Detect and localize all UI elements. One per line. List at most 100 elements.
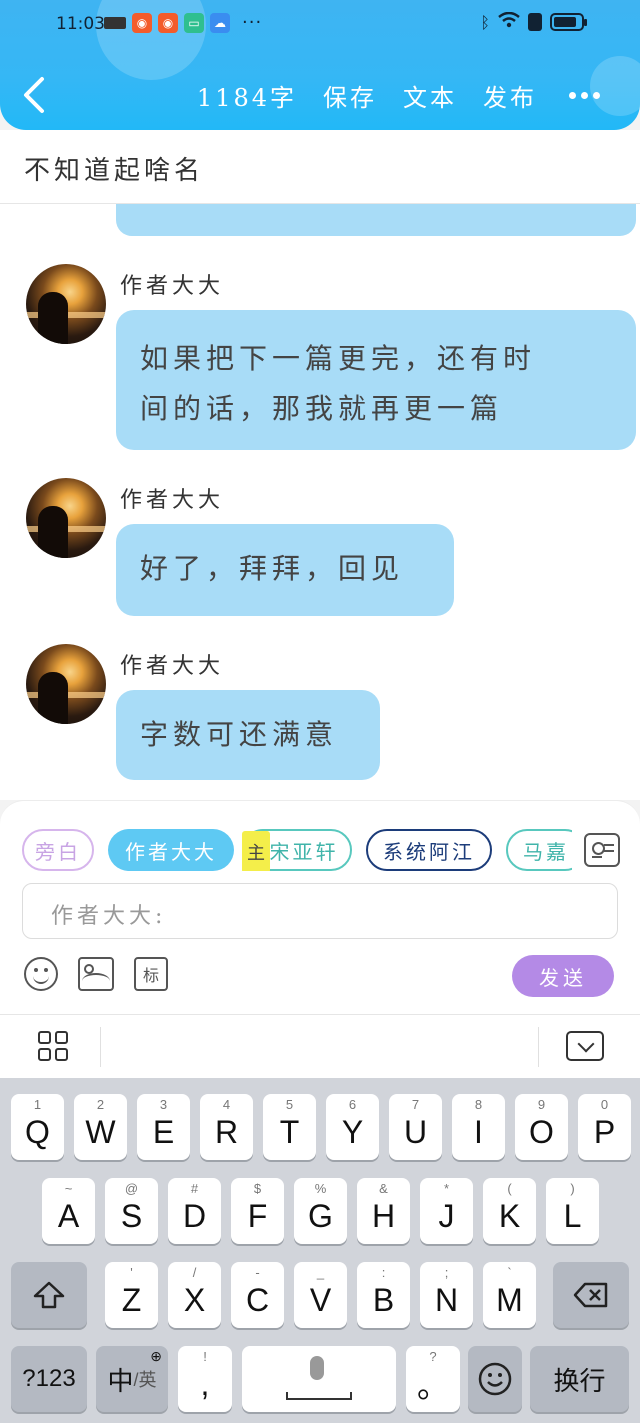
key-j[interactable]: * J xyxy=(420,1178,473,1244)
key-f[interactable]: $ F xyxy=(231,1178,284,1244)
status-bar: 11:03 ◉ ◉ ▭ ☁ ··· ᛒ xyxy=(0,0,640,48)
cloud-icon: ☁ xyxy=(210,12,230,33)
period-key[interactable]: ?。 xyxy=(406,1346,460,1412)
key-r[interactable]: 4R xyxy=(200,1094,253,1160)
keyboard-icon xyxy=(104,16,126,29)
key-b[interactable]: :B xyxy=(357,1262,410,1328)
divider xyxy=(100,1027,101,1067)
key-m[interactable]: ` M xyxy=(483,1262,536,1328)
weibo-icon: ◉ xyxy=(132,12,152,33)
message-author: 作者大大 xyxy=(120,274,225,299)
keyboard-menu-icon[interactable] xyxy=(38,1031,70,1063)
publish-button[interactable]: 发布 xyxy=(483,78,537,113)
message-author: 作者大大 xyxy=(120,654,225,679)
avatar[interactable] xyxy=(26,478,106,558)
character-chip[interactable]: 马嘉 xyxy=(506,829,572,871)
key-v[interactable]: _ V xyxy=(294,1262,347,1328)
status-time: 11:03 xyxy=(56,14,105,34)
key-e[interactable]: 3E xyxy=(137,1094,190,1160)
message-bubble[interactable]: 好了，拜拜，回见 xyxy=(116,524,454,616)
character-chip[interactable]: 主 宋亚轩 xyxy=(242,829,352,871)
hide-keyboard-icon[interactable] xyxy=(566,1031,604,1061)
word-count: 1184字 xyxy=(196,84,297,112)
key-u[interactable]: 7U xyxy=(389,1094,442,1160)
key-p[interactable]: 0P xyxy=(578,1094,631,1160)
space-bar-icon xyxy=(286,1392,352,1400)
key-c[interactable]: -C xyxy=(231,1262,284,1328)
wifi-icon xyxy=(498,11,520,32)
key-o[interactable]: 9O xyxy=(515,1094,568,1160)
microphone-icon xyxy=(310,1356,324,1380)
weibo-icon: ◉ xyxy=(158,12,178,33)
avatar[interactable] xyxy=(26,264,106,344)
globe-icon: ⊕ xyxy=(150,1348,162,1364)
message-bubble[interactable]: 字数可还满意 xyxy=(116,690,380,780)
send-button[interactable]: 发送 xyxy=(512,955,614,997)
comma-key[interactable]: !, xyxy=(178,1346,232,1412)
emoji-icon[interactable] xyxy=(24,957,58,991)
key-x[interactable]: / X xyxy=(168,1262,221,1328)
key-a[interactable]: ~ A xyxy=(42,1178,95,1244)
message-author: 作者大大 xyxy=(120,488,225,513)
alert-icon xyxy=(528,13,542,31)
text-button[interactable]: 文本 xyxy=(403,78,457,113)
key-l[interactable]: ) L xyxy=(546,1178,599,1244)
character-chip[interactable]: 旁白 xyxy=(22,829,94,871)
space-key[interactable] xyxy=(242,1346,396,1412)
message-app-icon: ▭ xyxy=(184,12,204,33)
emoji-key[interactable] xyxy=(468,1346,522,1412)
character-list-icon[interactable] xyxy=(584,833,620,867)
key-w[interactable]: 2W xyxy=(74,1094,127,1160)
avatar[interactable] xyxy=(26,644,106,724)
key-y[interactable]: 6Y xyxy=(326,1094,379,1160)
header-actions: 1184字 保存 文本 发布 xyxy=(197,78,600,113)
key-i[interactable]: 8I xyxy=(452,1094,505,1160)
key-k[interactable]: (K xyxy=(483,1178,536,1244)
more-options-icon[interactable] xyxy=(569,92,600,99)
message-bubble[interactable]: 如果把下一篇更完，还有时 间的话，那我就再更一篇 xyxy=(116,310,636,450)
more-notifications-icon: ··· xyxy=(242,12,263,33)
key-q[interactable]: 1Q xyxy=(11,1094,64,1160)
system-icons: ᛒ xyxy=(480,11,587,32)
notification-icons: ◉ ◉ ▭ ☁ ··· xyxy=(104,12,262,33)
image-icon[interactable] xyxy=(78,957,114,991)
message-input[interactable]: 作者大大: xyxy=(22,883,618,939)
key-z[interactable]: ' Z xyxy=(105,1262,158,1328)
character-chip-selected[interactable]: 作者大大 xyxy=(108,829,234,871)
divider xyxy=(538,1027,539,1067)
character-chips: 旁白 作者大大 主 宋亚轩 系统阿江 马嘉 xyxy=(22,829,572,871)
title-bar: 不知道起啥名 xyxy=(0,130,640,204)
key-n[interactable]: ; N xyxy=(420,1262,473,1328)
save-button[interactable]: 保存 xyxy=(323,78,377,113)
numbers-key[interactable]: ?123 xyxy=(11,1346,87,1412)
document-title[interactable]: 不知道起啥名 xyxy=(24,150,204,187)
key-t[interactable]: 5T xyxy=(263,1094,316,1160)
key-g[interactable]: % G xyxy=(294,1178,347,1244)
message-bubble-partial[interactable] xyxy=(116,204,636,236)
chat-area[interactable]: 作者大大 如果把下一篇更完，还有时 间的话，那我就再更一篇 作者大大 好了，拜拜… xyxy=(0,204,640,800)
keyboard: 1Q 2W 3E 4R 5T 6Y 7U 8I 9O 0P ~ A @ S # D $… xyxy=(0,1078,640,1423)
enter-key[interactable]: 换行 xyxy=(530,1346,629,1412)
character-chip[interactable]: 系统阿江 xyxy=(366,829,492,871)
backspace-icon xyxy=(573,1282,608,1308)
bluetooth-icon: ᛒ xyxy=(480,12,490,32)
compose-tools: 标 发送 xyxy=(22,955,618,999)
back-button[interactable] xyxy=(20,75,50,115)
language-switch-key[interactable]: 中 /英 ⊕ xyxy=(96,1346,168,1412)
key-h[interactable]: & H xyxy=(357,1178,410,1244)
character-chip-label: 宋亚轩 xyxy=(269,839,339,864)
keyboard-toolbar xyxy=(0,1014,640,1078)
key-s[interactable]: @ S xyxy=(105,1178,158,1244)
message-text: 字数可还满意 xyxy=(140,718,339,751)
shift-key[interactable] xyxy=(11,1262,87,1328)
language-sub-label: /英 xyxy=(133,1370,157,1390)
app-header: 11:03 ◉ ◉ ▭ ☁ ··· ᛒ 1184字 保存 文本 发布 xyxy=(0,0,640,130)
compose-panel: 旁白 作者大大 主 宋亚轩 系统阿江 马嘉 作者大大: 标 发送 xyxy=(0,800,640,1014)
battery-icon xyxy=(550,13,587,31)
backspace-key[interactable] xyxy=(553,1262,629,1328)
emoji-face-icon xyxy=(478,1362,512,1396)
tag-button[interactable]: 标 xyxy=(134,957,168,991)
key-d[interactable]: # D xyxy=(168,1178,221,1244)
main-character-tag: 主 xyxy=(242,831,270,871)
message-input-value: 作者大大: xyxy=(51,904,167,929)
